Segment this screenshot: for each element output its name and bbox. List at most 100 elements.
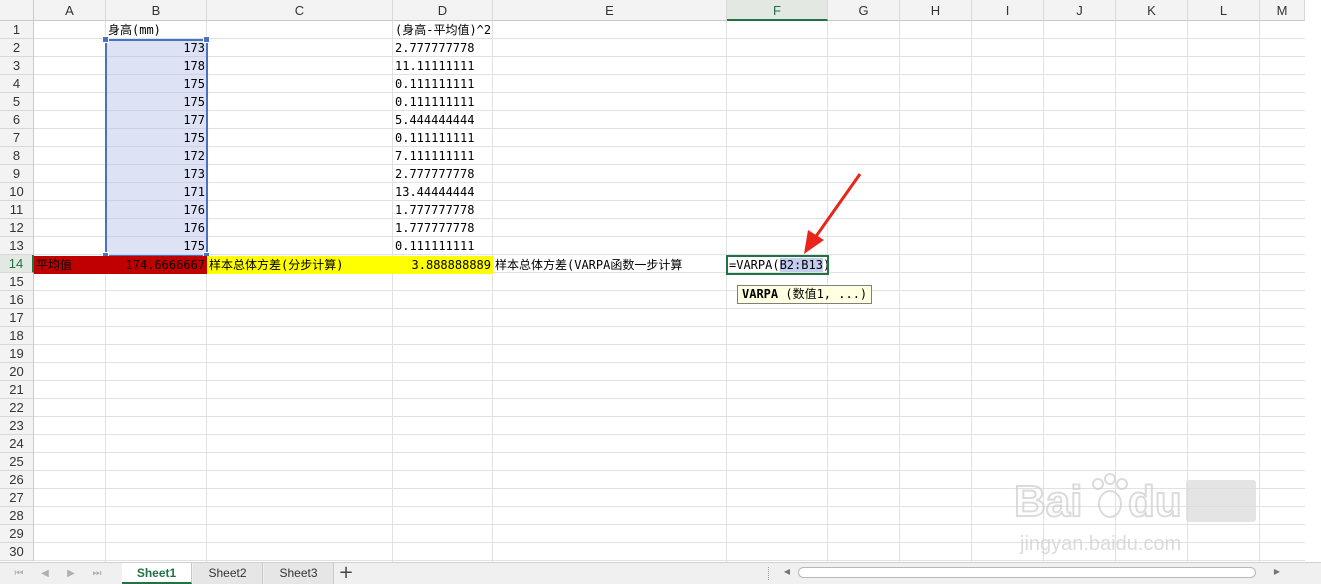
grid-row-line — [34, 182, 1305, 183]
row-header-8[interactable]: 8 — [0, 147, 34, 165]
column-header-d[interactable]: D — [393, 0, 493, 21]
row-header-22[interactable]: 22 — [0, 399, 34, 417]
column-header-b[interactable]: B — [106, 0, 207, 21]
row-header-25[interactable]: 25 — [0, 453, 34, 471]
cell-d8[interactable]: 7.111111111 — [393, 147, 493, 165]
row-header-12[interactable]: 12 — [0, 219, 34, 237]
row-header-16[interactable]: 16 — [0, 291, 34, 309]
prev-sheet-icon[interactable]: ◀ — [38, 566, 52, 582]
row-header-21[interactable]: 21 — [0, 381, 34, 399]
tab-sheet3[interactable]: Sheet3 — [264, 563, 334, 584]
cell-d6[interactable]: 5.444444444 — [393, 111, 493, 129]
row-header-29[interactable]: 29 — [0, 525, 34, 543]
cell-b9[interactable]: 173 — [106, 165, 207, 183]
grid-row-line — [34, 344, 1305, 345]
cell-b3[interactable]: 178 — [106, 57, 207, 75]
row-header-19[interactable]: 19 — [0, 345, 34, 363]
cell-d5[interactable]: 0.111111111 — [393, 93, 493, 111]
cell-d4[interactable]: 0.111111111 — [393, 75, 493, 93]
horizontal-scroll-thumb[interactable] — [798, 567, 1256, 578]
row-header-23[interactable]: 23 — [0, 417, 34, 435]
column-header-e[interactable]: E — [493, 0, 727, 21]
add-sheet-button[interactable]: + — [336, 563, 356, 584]
last-sheet-icon[interactable]: ⏭ — [90, 566, 104, 582]
row-header-2[interactable]: 2 — [0, 39, 34, 57]
cell-d9[interactable]: 2.777777778 — [393, 165, 493, 183]
row-header-28[interactable]: 28 — [0, 507, 34, 525]
column-header-f[interactable]: F — [727, 0, 828, 21]
cell-d7[interactable]: 0.111111111 — [393, 129, 493, 147]
tab-sheet1[interactable]: Sheet1 — [122, 563, 192, 584]
cell-b10[interactable]: 171 — [106, 183, 207, 201]
cell-b5[interactable]: 175 — [106, 93, 207, 111]
row-header-17[interactable]: 17 — [0, 309, 34, 327]
select-all-corner[interactable] — [0, 0, 34, 21]
row-header-13[interactable]: 13 — [0, 237, 34, 255]
cell-b13[interactable]: 175 — [106, 237, 207, 255]
row-header-9[interactable]: 9 — [0, 165, 34, 183]
cell-d14[interactable]: 3.888888889 — [393, 256, 493, 274]
cell-b2[interactable]: 173 — [106, 39, 207, 57]
grid-row-line — [34, 398, 1305, 399]
cell-d11[interactable]: 1.777777778 — [393, 201, 493, 219]
row-header-20[interactable]: 20 — [0, 363, 34, 381]
column-header-j[interactable]: J — [1044, 0, 1116, 21]
active-cell-f14[interactable] — [726, 255, 829, 275]
row-header-15[interactable]: 15 — [0, 273, 34, 291]
scroll-right-icon[interactable]: ▶ — [1270, 564, 1284, 580]
cell-d13[interactable]: 0.111111111 — [393, 237, 493, 255]
row-header-10[interactable]: 10 — [0, 183, 34, 201]
column-header-a[interactable]: A — [34, 0, 106, 21]
column-header-c[interactable]: C — [207, 0, 393, 21]
column-header-g[interactable]: G — [828, 0, 900, 21]
cell-b1[interactable]: 身高(mm) — [106, 21, 207, 39]
row-header-7[interactable]: 7 — [0, 129, 34, 147]
grid-row-line — [34, 164, 1305, 165]
row-header-1[interactable]: 1 — [0, 21, 34, 39]
row-header-5[interactable]: 5 — [0, 93, 34, 111]
row-header-3[interactable]: 3 — [0, 57, 34, 75]
row-header-11[interactable]: 11 — [0, 201, 34, 219]
row-header-18[interactable]: 18 — [0, 327, 34, 345]
cell-b14[interactable]: 174.6666667 — [106, 256, 207, 274]
column-header-k[interactable]: K — [1116, 0, 1188, 21]
row-header-24[interactable]: 24 — [0, 435, 34, 453]
first-sheet-icon[interactable]: ⏮ — [12, 566, 26, 582]
row-header-27[interactable]: 27 — [0, 489, 34, 507]
cell-d12[interactable]: 1.777777778 — [393, 219, 493, 237]
grid-row-line — [34, 38, 1305, 39]
cell-d10[interactable]: 13.44444444 — [393, 183, 493, 201]
cell-c14[interactable]: 样本总体方差(分步计算) — [207, 256, 393, 274]
cell-b6[interactable]: 177 — [106, 111, 207, 129]
grid-row-line — [34, 416, 1305, 417]
column-header-i[interactable]: I — [972, 0, 1044, 21]
grid-row-line — [34, 452, 1305, 453]
cell-b11[interactable]: 176 — [106, 201, 207, 219]
column-header-h[interactable]: H — [900, 0, 972, 21]
row-header-26[interactable]: 26 — [0, 471, 34, 489]
cell-b7[interactable]: 175 — [106, 129, 207, 147]
cell-b4[interactable]: 175 — [106, 75, 207, 93]
grid-column-line — [899, 21, 900, 562]
cell-e14[interactable]: 样本总体方差(VARPA函数一步计算 — [493, 256, 727, 274]
cell-d3[interactable]: 11.11111111 — [393, 57, 493, 75]
row-header-30[interactable]: 30 — [0, 543, 34, 561]
tab-splitter[interactable] — [768, 567, 771, 580]
next-sheet-icon[interactable]: ▶ — [64, 566, 78, 582]
row-header-6[interactable]: 6 — [0, 111, 34, 129]
horizontal-scrollbar[interactable]: ◀ ▶ — [780, 566, 1290, 580]
row-header-4[interactable]: 4 — [0, 75, 34, 93]
cell-d2[interactable]: 2.777777778 — [393, 39, 493, 57]
row-header-14[interactable]: 14 — [0, 255, 34, 273]
column-header-m[interactable]: M — [1260, 0, 1305, 21]
cell-d1[interactable]: (身高-平均值)^2 — [393, 21, 593, 39]
cell-b12[interactable]: 176 — [106, 219, 207, 237]
grid-row-line — [34, 218, 1305, 219]
column-header-l[interactable]: L — [1188, 0, 1260, 21]
grid-row-line — [34, 74, 1305, 75]
grid-row-line — [34, 146, 1305, 147]
cell-a14[interactable]: 平均值 — [34, 256, 106, 274]
cell-b8[interactable]: 172 — [106, 147, 207, 165]
scroll-left-icon[interactable]: ◀ — [780, 564, 794, 580]
tab-sheet2[interactable]: Sheet2 — [193, 563, 263, 584]
